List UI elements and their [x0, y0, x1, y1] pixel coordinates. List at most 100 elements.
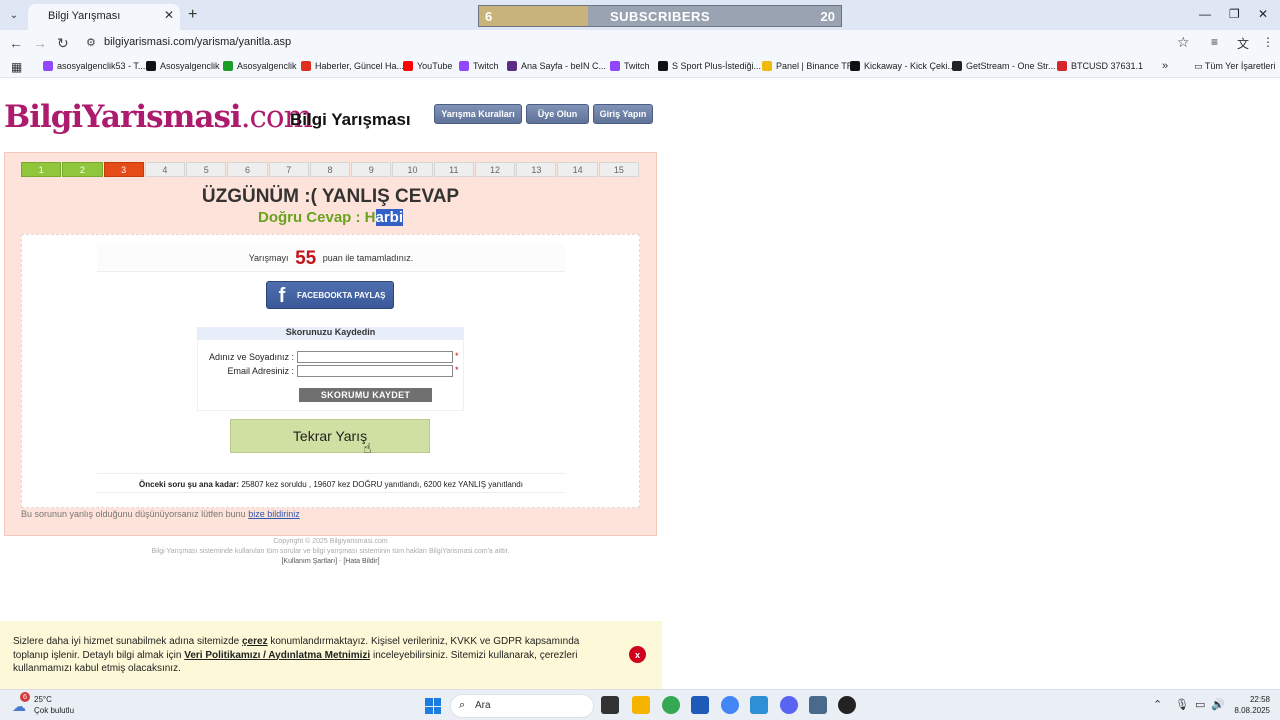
- rules-button[interactable]: Yarışma Kuralları: [434, 104, 522, 124]
- more-bookmarks-icon[interactable]: »: [1162, 60, 1168, 72]
- bookmark-label: Panel | Binance TR: [776, 61, 854, 71]
- weather-description[interactable]: Çok bulutlu: [34, 706, 74, 715]
- bookmark-label: Haberler, Güncel Ha...: [315, 61, 405, 71]
- facebook-share-button[interactable]: f FACEBOOKTA PAYLAŞ: [266, 281, 394, 309]
- minimize-icon[interactable]: —: [1199, 7, 1211, 21]
- windows-start-icon[interactable]: [425, 698, 441, 714]
- facebook-icon: f: [278, 285, 286, 307]
- microphone-icon[interactable]: 🎙: [1175, 698, 1189, 711]
- browser-tab-strip: ⌄ Bilgi Yarışması ✕ + 6 SUBSCRIBERS 20 —…: [0, 0, 1280, 30]
- reload-icon[interactable]: ↻: [57, 35, 69, 52]
- question-step: 9: [351, 162, 392, 177]
- bookmark-item[interactable]: Asosyalgenclik: [223, 61, 297, 71]
- media-icon[interactable]: ≡: [1211, 35, 1218, 49]
- bookmark-item[interactable]: BTCUSD 37631.1: [1057, 61, 1143, 71]
- discord-icon[interactable]: [780, 696, 798, 714]
- privacy-policy-link[interactable]: Veri Politikamızı / Aydınlatma Metnimizi: [184, 650, 370, 661]
- cookie-link[interactable]: çerez: [242, 636, 268, 647]
- close-window-icon[interactable]: ✕: [1258, 7, 1268, 21]
- site-logo[interactable]: BilgiYarismasi.com: [4, 99, 313, 135]
- search-placeholder: Ara: [475, 700, 491, 711]
- tab-search-icon[interactable]: ⌄: [4, 5, 24, 25]
- back-icon[interactable]: ←: [9, 35, 23, 51]
- bookmark-item[interactable]: Panel | Binance TR: [762, 61, 853, 71]
- new-tab-icon[interactable]: +: [188, 6, 197, 24]
- stats-prefix: Önceki soru şu ana kadar:: [139, 480, 240, 489]
- report-error-link[interactable]: [Hata Bildir]: [343, 558, 379, 565]
- site-info-icon[interactable]: ⚙: [86, 36, 96, 49]
- cookie-text-1: Sizlere daha iyi hizmet sunabilmek adına…: [13, 636, 242, 647]
- translate-icon[interactable]: 文: [1237, 35, 1249, 52]
- store-icon[interactable]: [691, 696, 709, 714]
- bookmark-item[interactable]: Haberler, Güncel Ha...: [301, 61, 404, 71]
- bookmark-favicon-icon: [952, 61, 962, 71]
- bookmark-item[interactable]: Twitch: [459, 61, 499, 71]
- network-icon[interactable]: ▭: [1195, 698, 1205, 711]
- bookmark-label: YouTube: [417, 61, 453, 71]
- bookmark-label: Asosyalgenclik: [160, 61, 220, 71]
- login-button[interactable]: Giriş Yapın: [593, 104, 653, 124]
- taskbar-search[interactable]: ⌕ Ara: [450, 694, 594, 718]
- settings-app-icon[interactable]: [750, 696, 768, 714]
- question-step: 10: [392, 162, 433, 177]
- cookie-close-button[interactable]: x: [629, 646, 646, 663]
- clock[interactable]: 22:58 8.08.2025: [1230, 694, 1270, 716]
- chrome-profile-icon[interactable]: [721, 696, 739, 714]
- play-again-button[interactable]: Tekrar Yarış: [230, 419, 430, 453]
- bookmark-star-icon[interactable]: ☆: [1177, 34, 1190, 51]
- bookmark-item[interactable]: Twitch: [610, 61, 650, 71]
- bookmark-favicon-icon: [459, 61, 469, 71]
- all-bookmarks-button[interactable]: ▭ Tüm Yer İşaretleri: [1194, 61, 1275, 72]
- gear-app-icon[interactable]: [809, 696, 827, 714]
- bookmark-label: S Sport Plus-İstediği...: [672, 61, 762, 71]
- bookmark-item[interactable]: S Sport Plus-İstediği...: [658, 61, 761, 71]
- bookmark-item[interactable]: Kickaway - Kick Çeki...: [850, 61, 955, 71]
- tab-close-icon[interactable]: ✕: [164, 8, 174, 22]
- correct-answer: Doğru Cevap : Harbi: [4, 209, 657, 226]
- bookmark-item[interactable]: Asosyalgenclik: [146, 61, 220, 71]
- task-view-icon[interactable]: [601, 696, 619, 714]
- question-step: 14: [557, 162, 598, 177]
- chrome-icon[interactable]: [662, 696, 680, 714]
- browser-tab[interactable]: Bilgi Yarışması ✕: [28, 4, 180, 30]
- correct-answer-prefix: Doğru Cevap : H: [257, 209, 376, 226]
- cookie-banner: Sizlere daha iyi hizmet sunabilmek adına…: [0, 621, 662, 689]
- name-input[interactable]: [297, 351, 453, 363]
- subscriber-label: SUBSCRIBERS: [609, 9, 711, 24]
- bookmark-favicon-icon: [507, 61, 517, 71]
- facebook-share-label: FACEBOOKTA PAYLAŞ: [297, 290, 386, 300]
- restore-icon[interactable]: ❐: [1229, 7, 1240, 21]
- footer: Copyright © 2025 Bilgiyarismasi.com Bilg…: [4, 537, 657, 567]
- question-step: 5: [186, 162, 227, 177]
- bookmark-item[interactable]: asosyalgenclik53 - T...: [43, 61, 145, 71]
- forward-icon[interactable]: →: [33, 35, 47, 51]
- bookmark-label: Twitch: [624, 61, 650, 71]
- score-value: 55: [295, 247, 317, 269]
- report-link[interactable]: bize bildiriniz: [248, 509, 300, 519]
- bookmark-label: Twitch: [473, 61, 499, 71]
- question-step: 11: [433, 162, 474, 177]
- clock-date: 8.08.2025: [1234, 706, 1270, 715]
- result-title: ÜZGÜNÜM :( YANLIŞ CEVAP: [201, 186, 460, 207]
- volume-icon[interactable]: 🔊: [1211, 698, 1225, 711]
- bookmark-favicon-icon: [301, 61, 311, 71]
- tray-expand-icon[interactable]: ⌃: [1153, 698, 1162, 711]
- email-input[interactable]: [297, 365, 453, 377]
- url-field[interactable]: bilgiyarismasi.com/yarisma/yanitla.asp: [104, 36, 291, 48]
- file-explorer-icon[interactable]: [632, 696, 650, 714]
- bookmark-item[interactable]: Ana Sayfa - beIN C...: [507, 61, 606, 71]
- weather-temperature[interactable]: 25°C: [34, 695, 52, 704]
- all-bookmarks-label: Tüm Yer İşaretleri: [1204, 61, 1276, 71]
- bookmark-item[interactable]: YouTube: [403, 61, 452, 71]
- question-step: 7: [268, 162, 309, 177]
- obs-icon[interactable]: [838, 696, 856, 714]
- bookmark-favicon-icon: [610, 61, 620, 71]
- logo-text: BilgiYarismasi: [4, 99, 242, 135]
- register-button[interactable]: Üye Olun: [526, 104, 589, 124]
- bookmark-item[interactable]: GetStream - One Str...: [952, 61, 1056, 71]
- menu-icon[interactable]: ⋮: [1262, 35, 1274, 49]
- apps-grid-icon[interactable]: ▦: [11, 60, 22, 74]
- question-step: 6: [227, 162, 268, 177]
- save-score-button[interactable]: SKORUMU KAYDET: [299, 388, 432, 402]
- terms-link[interactable]: [Kullanım Şartları]: [281, 558, 337, 565]
